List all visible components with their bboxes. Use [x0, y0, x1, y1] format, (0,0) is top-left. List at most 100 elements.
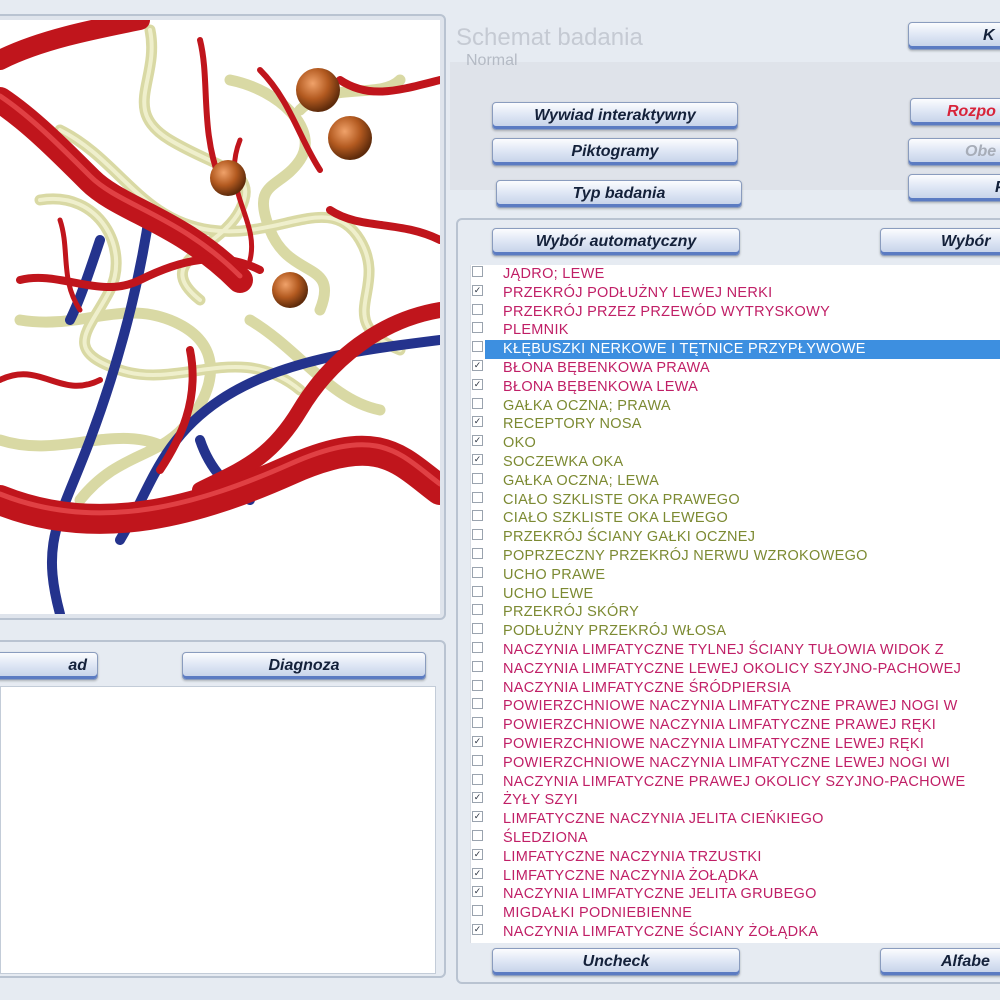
item-checkbox[interactable]	[472, 397, 483, 409]
item-checkbox[interactable]	[472, 510, 483, 522]
item-label: MIGDAŁKI PODNIEBIENNE	[503, 905, 693, 922]
list-item[interactable]: CIAŁO SZKLISTE OKA LEWEGO	[471, 509, 1000, 528]
item-checkbox[interactable]	[472, 604, 483, 616]
item-checkbox[interactable]	[472, 642, 483, 653]
list-item[interactable]: UCHO PRAWE	[471, 566, 1000, 585]
diagnosis-text-area[interactable]	[0, 686, 436, 974]
list-item[interactable]: NACZYNIA LIMFATYCZNE PRAWEJ OKOLICY SZYJ…	[471, 773, 1000, 792]
item-checkbox[interactable]	[472, 585, 483, 597]
item-checkbox[interactable]	[472, 905, 483, 917]
item-label: NACZYNIA LIMFATYCZNE LEWEJ OKOLICY SZYJN…	[503, 660, 962, 677]
list-item[interactable]: UCHO LEWE	[471, 585, 1000, 604]
item-checkbox[interactable]: ✓	[472, 435, 483, 447]
observe-button[interactable]: Obe	[908, 138, 1000, 166]
manual-select-button[interactable]: Wybór	[880, 228, 1000, 256]
list-item[interactable]: POWIERZCHNIOWE NACZYNIA LIMFATYCZNE PRAW…	[471, 716, 1000, 735]
list-item[interactable]: PRZEKRÓJ ŚCIANY GAŁKI OCZNEJ	[471, 528, 1000, 547]
list-item[interactable]: NACZYNIA LIMFATYCZNE TYLNEJ ŚCIANY TUŁOW…	[471, 641, 1000, 660]
list-item[interactable]: KŁĘBUSZKI NERKOWE I TĘTNICE PRZYPŁYWOWE	[471, 340, 1000, 360]
item-checkbox[interactable]	[472, 266, 483, 277]
top-right-button[interactable]: K	[908, 22, 1000, 50]
list-item[interactable]: PRZEKRÓJ PRZEZ PRZEWÓD WYTRYSKOWY	[471, 303, 1000, 322]
item-label: OKO	[503, 435, 537, 452]
item-checkbox[interactable]: ✓	[472, 360, 483, 371]
item-checkbox[interactable]	[472, 529, 483, 541]
item-checkbox[interactable]	[472, 322, 483, 334]
item-label: UCHO LEWE	[503, 585, 594, 602]
item-checkbox[interactable]	[472, 754, 483, 766]
item-checkbox[interactable]	[472, 698, 483, 710]
item-checkbox[interactable]	[472, 830, 483, 841]
uncheck-button[interactable]: Uncheck	[492, 948, 740, 976]
item-checkbox[interactable]: ✓	[472, 811, 483, 823]
list-item[interactable]: ✓ SOCZEWKA OKA	[471, 453, 1000, 472]
exam-items-list[interactable]: JĄDRO; LEWE ✓ PRZEKRÓJ PODŁUŻNY LEWEJ NERK…	[470, 265, 1000, 943]
list-item[interactable]: JĄDRO; LEWE	[471, 265, 1000, 284]
list-item[interactable]: MIGDAŁKI PODNIEBIENNE	[471, 904, 1000, 923]
start-button[interactable]: Rozpo	[910, 98, 1000, 126]
item-checkbox[interactable]	[472, 491, 483, 503]
list-item[interactable]: POPRZECZNY PRZEKRÓJ NERWU WZROKOWEGO	[471, 547, 1000, 566]
list-item[interactable]: CIAŁO SZKLISTE OKA PRAWEGO	[471, 491, 1000, 510]
list-item[interactable]: ŚLEDZIONA	[471, 829, 1000, 848]
item-checkbox[interactable]	[472, 548, 483, 559]
list-item[interactable]: NACZYNIA LIMFATYCZNE LEWEJ OKOLICY SZYJN…	[471, 660, 1000, 679]
list-item[interactable]: GAŁKA OCZNA; LEWA	[471, 472, 1000, 491]
list-item[interactable]: ✓ NACZYNIA LIMFATYCZNE JELITA GRUBEGO	[471, 885, 1000, 904]
item-checkbox[interactable]: ✓	[472, 924, 483, 935]
right-third-button[interactable]: P	[908, 174, 1000, 202]
interactive-interview-button[interactable]: Wywiad interaktywny	[492, 102, 738, 130]
list-item[interactable]: ✓ LIMFATYCZNE NACZYNIA JELITA CIEŃKIEGO	[471, 810, 1000, 829]
item-label: LIMFATYCZNE NACZYNIA TRZUSTKI	[503, 848, 762, 865]
list-item[interactable]: ✓ BŁONA BĘBENKOWA PRAWA	[471, 359, 1000, 378]
list-item[interactable]: ✓ BŁONA BĘBENKOWA LEWA	[471, 378, 1000, 397]
item-checkbox[interactable]: ✓	[472, 867, 483, 879]
auto-select-button[interactable]: Wybór automatyczny	[492, 228, 740, 256]
item-label: POWIERZCHNIOWE NACZYNIA LIMFATYCZNE LEWE…	[503, 736, 925, 752]
item-checkbox[interactable]	[472, 623, 483, 635]
item-checkbox[interactable]: ✓	[472, 454, 483, 465]
item-checkbox[interactable]	[472, 660, 483, 672]
item-checkbox[interactable]	[472, 717, 483, 729]
list-item[interactable]: ✓ PRZEKRÓJ PODŁUŻNY LEWEJ NERKI	[471, 284, 1000, 303]
anatomy-3d-view[interactable]	[0, 20, 440, 614]
item-label: PRZEKRÓJ PODŁUŻNY LEWEJ NERKI	[503, 284, 773, 301]
item-label: ŻYŁY SZYI	[503, 792, 578, 809]
item-checkbox[interactable]	[472, 303, 483, 315]
item-checkbox[interactable]	[472, 472, 483, 484]
list-item[interactable]: PLEMNIK	[471, 321, 1000, 340]
item-checkbox[interactable]: ✓	[472, 736, 483, 747]
item-checkbox[interactable]	[472, 341, 483, 353]
item-checkbox[interactable]: ✓	[472, 886, 483, 898]
list-item[interactable]: GAŁKA OCZNA; PRAWA	[471, 397, 1000, 416]
item-checkbox[interactable]	[472, 566, 483, 578]
item-label: POWIERZCHNIOWE NACZYNIA LIMFATYCZNE LEWE…	[503, 754, 951, 771]
item-checkbox[interactable]	[472, 773, 483, 785]
exam-type-button[interactable]: Typ badania	[496, 180, 742, 208]
list-item[interactable]: ✓ ŻYŁY SZYI	[471, 791, 1000, 810]
list-item[interactable]: ✓ POWIERZCHNIOWE NACZYNIA LIMFATYCZNE LEW…	[471, 735, 1000, 754]
list-item[interactable]: PODŁUŻNY PRZEKRÓJ WŁOSA	[471, 622, 1000, 641]
item-checkbox[interactable]: ✓	[472, 284, 483, 296]
item-checkbox[interactable]	[472, 679, 483, 691]
pictograms-button[interactable]: Piktogramy	[492, 138, 738, 166]
list-item[interactable]: ✓ OKO	[471, 434, 1000, 453]
item-label: JĄDRO; LEWE	[503, 266, 605, 282]
list-item[interactable]: ✓ RECEPTORY NOSA	[471, 415, 1000, 434]
list-item[interactable]: POWIERZCHNIOWE NACZYNIA LIMFATYCZNE LEWE…	[471, 754, 1000, 773]
item-checkbox[interactable]: ✓	[472, 378, 483, 390]
list-item[interactable]: ✓ NACZYNIA LIMFATYCZNE ŚCIANY ŻOŁĄDKA	[471, 923, 1000, 942]
item-checkbox[interactable]: ✓	[472, 848, 483, 860]
diagnosis-button[interactable]: Diagnoza	[182, 652, 426, 680]
list-item[interactable]: NACZYNIA LIMFATYCZNE ŚRÓDPIERSIA	[471, 679, 1000, 698]
list-item[interactable]: PRZEKRÓJ SKÓRY	[471, 603, 1000, 622]
list-item[interactable]: ✓ LIMFATYCZNE NACZYNIA TRZUSTKI	[471, 848, 1000, 867]
list-item[interactable]: POWIERZCHNIOWE NACZYNIA LIMFATYCZNE PRAW…	[471, 697, 1000, 716]
list-item[interactable]: ✓ LIMFATYCZNE NACZYNIA ŻOŁĄDKA	[471, 867, 1000, 886]
item-label: ŚLEDZIONA	[503, 830, 588, 846]
left-bottom-button[interactable]: ad	[0, 652, 98, 680]
alphabetical-button[interactable]: Alfabe	[880, 948, 1000, 976]
item-checkbox[interactable]: ✓	[472, 792, 483, 804]
item-label: PODŁUŻNY PRZEKRÓJ WŁOSA	[503, 623, 727, 640]
item-checkbox[interactable]: ✓	[472, 416, 483, 428]
